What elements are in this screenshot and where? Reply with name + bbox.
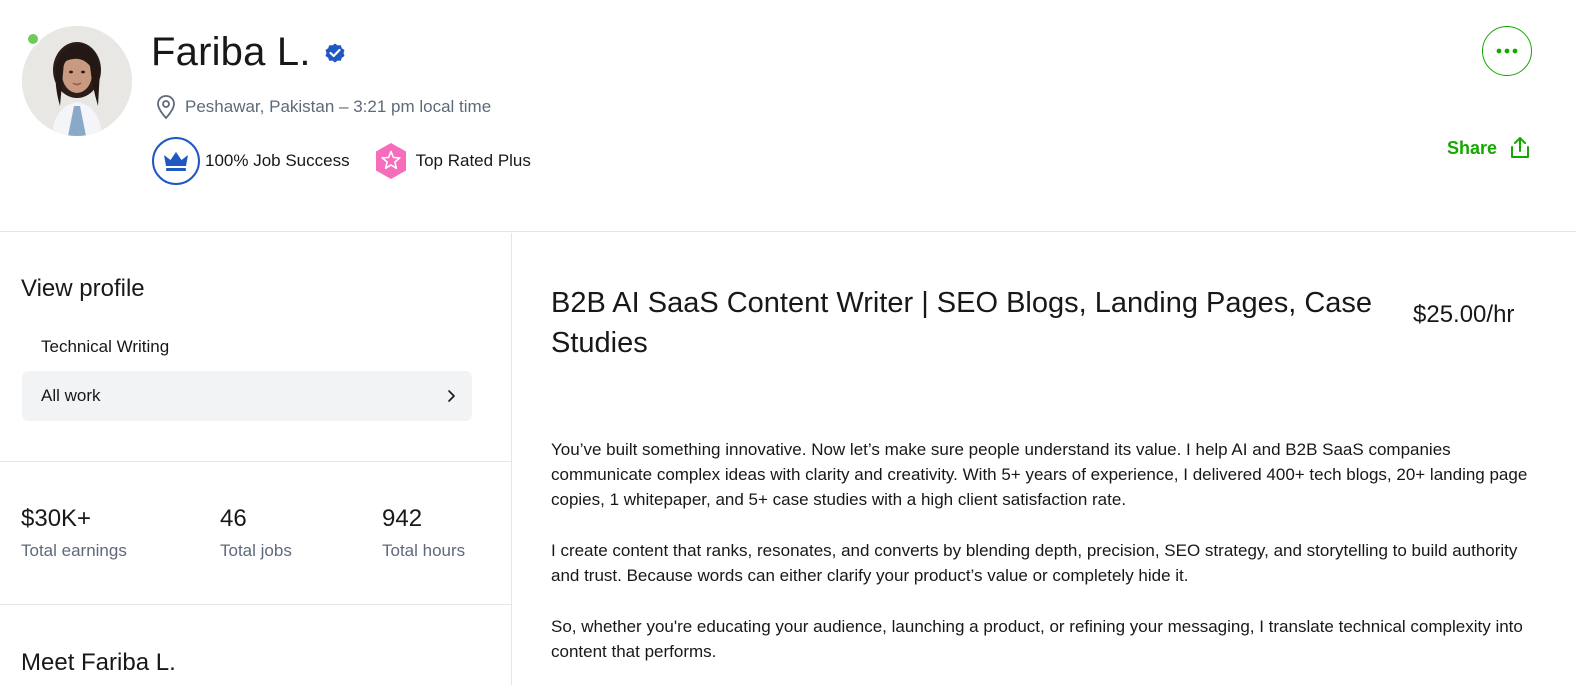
top-rated-badge[interactable]: Top Rated Plus xyxy=(350,141,531,181)
stat-label: Total jobs xyxy=(220,541,292,560)
profile-sidebar: View profile Technical Writing All work … xyxy=(0,233,512,685)
top-rated-label: Top Rated Plus xyxy=(415,151,531,170)
all-work-label: All work xyxy=(41,386,101,405)
overview-paragraph: So, whether you're educating your audien… xyxy=(551,617,1523,661)
stat-total-jobs: 46 Total jobs xyxy=(220,505,292,561)
badge-row: 100% Job Success Top Rated Plus xyxy=(151,136,531,186)
stat-total-earnings: $30K+ Total earnings xyxy=(21,505,127,561)
profile-headline: B2B AI SaaS Content Writer | SEO Blogs, … xyxy=(551,287,1373,359)
stat-label: Total earnings xyxy=(21,541,127,560)
stat-total-hours: 942 Total hours xyxy=(382,505,465,561)
share-button[interactable]: Share xyxy=(1447,136,1531,160)
stat-value: 46 xyxy=(220,505,247,532)
location-row: Peshawar, Pakistan – 3:21 pm local time xyxy=(155,94,491,120)
share-label: Share xyxy=(1447,137,1498,158)
online-status-indicator xyxy=(26,32,40,46)
more-options-button[interactable] xyxy=(1482,26,1532,76)
share-upload-icon xyxy=(1511,137,1530,158)
meet-freelancer-title: Meet Fariba L. xyxy=(21,649,176,676)
name-row: Fariba L. xyxy=(151,30,347,75)
sidebar-divider xyxy=(0,461,512,462)
avatar-container[interactable] xyxy=(22,26,132,136)
overview-paragraph: You’ve built something innovative. Now l… xyxy=(551,440,1528,509)
chevron-right-icon xyxy=(448,390,455,402)
sidebar-item-technical-writing[interactable]: Technical Writing xyxy=(41,337,169,357)
freelancer-name: Fariba L. xyxy=(151,30,311,74)
profile-header: Fariba L. Peshawar, Pakistan – 3:21 pm l… xyxy=(0,0,1576,232)
overview-paragraph: I create content that ranks, resonates, … xyxy=(551,541,1518,585)
location-text: Peshawar, Pakistan – 3:21 pm local time xyxy=(185,97,492,116)
sidebar-item-all-work[interactable]: All work xyxy=(22,371,472,421)
view-profile-title: View profile xyxy=(21,275,145,302)
stat-label: Total hours xyxy=(382,541,466,560)
more-options-icon xyxy=(1496,48,1518,54)
sidebar-divider xyxy=(0,604,512,605)
location-pin-icon xyxy=(157,95,175,120)
job-success-badge[interactable]: 100% Job Success xyxy=(151,136,350,186)
job-success-label: 100% Job Success xyxy=(205,151,350,170)
stat-value: $30K+ xyxy=(21,505,92,532)
stat-value: 942 xyxy=(382,505,423,532)
profile-main: B2B AI SaaS Content Writer | SEO Blogs, … xyxy=(513,233,1576,685)
crown-icon xyxy=(152,137,200,185)
profile-overview: You’ve built something innovative. Now l… xyxy=(551,437,1541,690)
verified-check-icon xyxy=(325,43,345,62)
hourly-rate: $25.00/hr xyxy=(1413,301,1515,328)
star-badge-icon xyxy=(375,143,406,179)
